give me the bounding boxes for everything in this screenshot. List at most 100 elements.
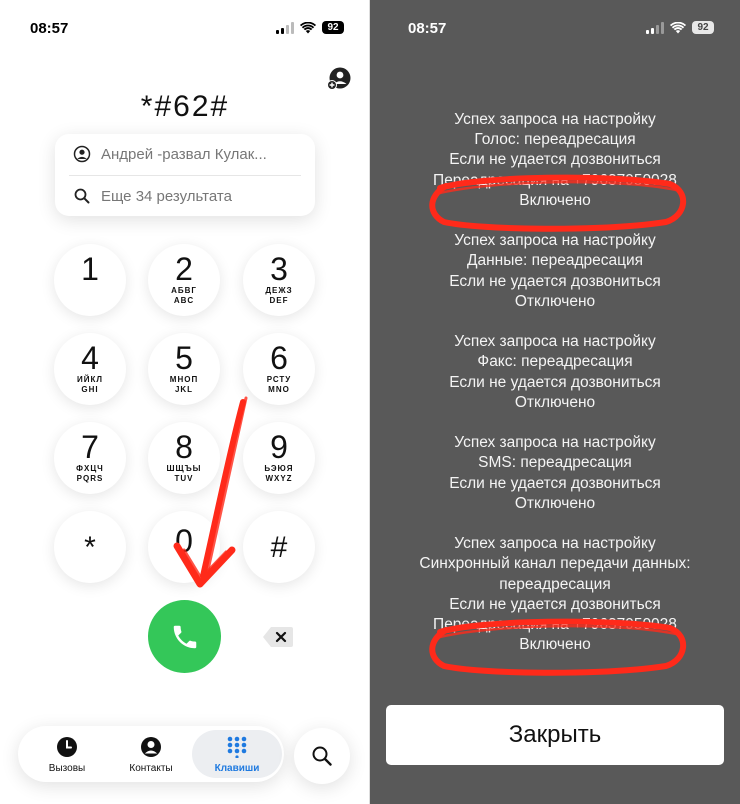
key-letters-cyrillic: ФХЦЧ: [76, 464, 104, 473]
key-letters-cyrillic: ЬЭЮЯ: [264, 464, 294, 473]
backspace-icon[interactable]: [262, 626, 294, 648]
status-time: 08:57: [30, 20, 69, 37]
person-circle-icon: [73, 145, 91, 163]
key-letters-cyrillic: АБВГ: [171, 286, 197, 295]
key-digit: *: [84, 531, 96, 564]
wifi-icon: [300, 21, 316, 33]
call-button[interactable]: [148, 600, 221, 673]
key-1[interactable]: 1: [54, 244, 126, 316]
key-digit: 4: [81, 340, 99, 376]
tab-contacts[interactable]: Контакты: [106, 730, 196, 778]
result-line: Если не удается дозвониться: [449, 595, 661, 613]
result-sync-data: Успех запроса на настройку Синхронный ка…: [370, 534, 740, 655]
result-line: Данные: переадресация: [466, 252, 644, 270]
tab-keypad-label: Клавиши: [214, 763, 260, 774]
key-letters-latin: DEF: [269, 296, 289, 305]
tab-recents[interactable]: Вызовы: [22, 730, 112, 778]
key-digit: 2: [175, 251, 193, 287]
key-letters-latin: GHI: [81, 385, 99, 394]
result-line: Голос: переадресация: [474, 131, 636, 149]
result-line: SMS: переадресация: [478, 454, 632, 472]
contact-suggestions: Андрей -развал Кулак... Еще 34 результат…: [55, 134, 315, 216]
result-data: Успех запроса на настройку Данные: переа…: [370, 231, 740, 312]
key-star[interactable]: *: [54, 511, 126, 583]
result-line: Успех запроса на настройку: [454, 111, 656, 128]
result-status: Включено: [519, 191, 591, 209]
status-bar: 08:57 92: [370, 18, 740, 42]
key-8[interactable]: 8 ШЩЪЫ TUV: [148, 422, 220, 494]
key-digit: 1: [81, 251, 99, 287]
tab-keypad[interactable]: Клавиши: [192, 730, 282, 778]
suggestion-more-results[interactable]: Еще 34 результата: [73, 176, 299, 216]
search-button[interactable]: [294, 728, 350, 784]
clock-icon: [57, 737, 77, 757]
system-icons: 92: [646, 21, 714, 34]
key-digit: 6: [270, 340, 288, 376]
key-letters-latin: JKL: [174, 385, 194, 394]
result-line: Если не удается дозвониться: [449, 373, 661, 391]
result-line: Успех запроса на настройку: [454, 434, 656, 452]
result-sms: Успех запроса на настройку SMS: переадре…: [370, 433, 740, 514]
key-letters-cyrillic: ДЕЖЗ: [265, 286, 293, 295]
key-letters-latin: PQRS: [76, 474, 104, 483]
result-line: Успех запроса на настройку: [454, 333, 656, 351]
result-status: Отключено: [514, 494, 596, 512]
key-3[interactable]: 3 ДЕЖЗ DEF: [243, 244, 315, 316]
cellular-signal-icon: [646, 21, 664, 34]
key-letters-latin: TUV: [174, 474, 194, 483]
system-icons: 92: [276, 21, 344, 34]
key-0[interactable]: 0: [148, 511, 220, 583]
key-letters-latin: WXYZ: [265, 474, 293, 483]
key-digit: 8: [175, 429, 193, 465]
ussd-result-screen: 08:57 92 Успех запроса на настройку Голо…: [370, 0, 740, 804]
key-5[interactable]: 5 МНОП JKL: [148, 333, 220, 405]
result-line: Факс: переадресация: [477, 353, 633, 371]
battery-indicator: 92: [322, 21, 344, 34]
key-hash[interactable]: #: [243, 511, 315, 583]
person-icon: [141, 737, 161, 757]
key-letters-cyrillic: ИЙКЛ: [77, 375, 103, 384]
result-line: переадресация: [499, 575, 611, 593]
search-icon: [312, 746, 332, 766]
suggestion-contact-label: Андрей -развал Кулак...: [101, 145, 267, 163]
wifi-icon: [670, 21, 686, 33]
tab-bar: Вызовы Контакты Клавиши: [18, 726, 284, 782]
dialer-screen: 08:57 92 *#62# Андрей -развал Кулак... Е…: [0, 0, 370, 804]
key-6[interactable]: 6 РСТУ MNO: [243, 333, 315, 405]
result-status: Отключено: [514, 393, 596, 411]
key-4[interactable]: 4 ИЙКЛ GHI: [54, 333, 126, 405]
close-button[interactable]: Закрыть: [386, 705, 724, 765]
status-time: 08:57: [408, 20, 447, 37]
key-digit: 5: [175, 340, 193, 376]
result-line: Переадресация на +79637950028: [433, 616, 677, 634]
result-line: Успех запроса на настройку: [454, 535, 656, 553]
result-status: Включено: [519, 636, 591, 654]
key-7[interactable]: 7 ФХЦЧ PQRS: [54, 422, 126, 494]
result-line: Если не удается дозвониться: [449, 474, 661, 492]
search-icon: [74, 188, 90, 204]
battery-indicator: 92: [692, 21, 714, 34]
key-digit: #: [270, 531, 288, 564]
result-line: Синхронный канал передачи данных:: [419, 555, 691, 573]
key-letters-cyrillic: ШЩЪЫ: [166, 464, 202, 473]
add-contact-icon[interactable]: [326, 66, 352, 92]
key-letters-latin: ABC: [173, 296, 195, 305]
tab-contacts-label: Контакты: [129, 763, 173, 774]
phone-icon: [173, 625, 196, 648]
key-letters-latin: MNO: [268, 385, 290, 394]
ussd-result-message: Успех запроса на настройку Голос: переад…: [370, 110, 740, 676]
result-line: Если не удается дозвониться: [449, 151, 661, 169]
status-bar: 08:57 92: [0, 18, 370, 42]
result-fax: Успех запроса на настройку Факс: переадр…: [370, 332, 740, 413]
key-2[interactable]: 2 АБВГ ABC: [148, 244, 220, 316]
key-digit: 9: [270, 429, 288, 465]
result-line: Переадресация на +79637950028: [433, 171, 677, 189]
key-letters-cyrillic: МНОП: [169, 375, 199, 384]
suggestion-more-label: Еще 34 результата: [101, 187, 232, 205]
key-letters-cyrillic: РСТУ: [266, 375, 292, 384]
dialed-number: *#62#: [140, 90, 230, 123]
result-line: Если не удается дозвониться: [449, 272, 661, 290]
cellular-signal-icon: [276, 21, 294, 34]
key-9[interactable]: 9 ЬЭЮЯ WXYZ: [243, 422, 315, 494]
suggestion-contact[interactable]: Андрей -развал Кулак...: [73, 134, 299, 174]
